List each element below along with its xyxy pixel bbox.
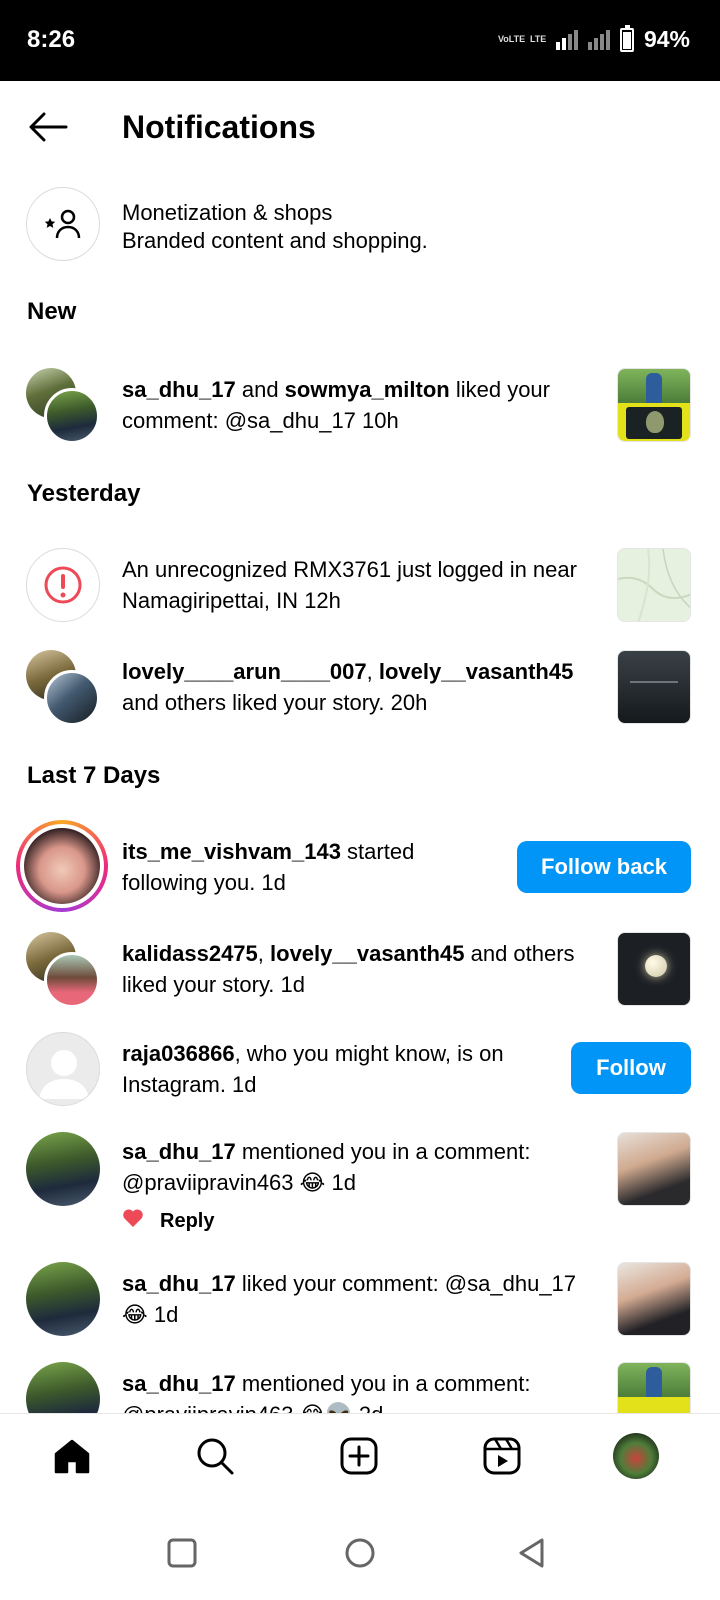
post-thumbnail[interactable]: [617, 368, 691, 442]
page-title: Notifications: [122, 109, 316, 145]
message-text: An unrecognized RMX3761 just logged in n…: [122, 557, 577, 613]
notification-row[interactable]: sa_dhu_17 liked your comment: @sa_dhu_17…: [0, 1262, 720, 1338]
battery-percent: 94%: [643, 26, 690, 52]
heart-icon[interactable]: [122, 1208, 144, 1234]
back-triangle-icon[interactable]: [510, 1531, 554, 1575]
avatar: [44, 670, 100, 726]
notification-text: sa_dhu_17 and sowmya_milton liked your c…: [122, 374, 592, 436]
post-thumbnail[interactable]: [617, 1262, 691, 1336]
avatar: [24, 828, 100, 904]
security-alert-icon: [26, 548, 100, 622]
notification-text: sa_dhu_17 liked your comment: @sa_dhu_17…: [122, 1268, 592, 1330]
timestamp: 1d: [274, 972, 306, 997]
monetization-title: Monetization & shops: [122, 200, 333, 225]
notification-row[interactable]: sa_dhu_17 and sowmya_milton liked your c…: [0, 368, 720, 444]
timestamp: 1d: [225, 1072, 257, 1097]
timestamp: 12h: [298, 588, 341, 613]
section-new: New: [27, 298, 77, 325]
stacked-avatars: [26, 368, 102, 444]
notification-text: lovely____arun____007, lovely__vasanth45…: [122, 656, 602, 718]
notification-row[interactable]: kalidass2475, lovely__vasanth45 and othe…: [0, 932, 720, 1008]
status-time: 8:26: [27, 26, 76, 53]
notification-text: An unrecognized RMX3761 just logged in n…: [122, 554, 592, 616]
notification-row[interactable]: sa_dhu_17 mentioned you in a comment: @p…: [0, 1132, 720, 1242]
home-circle-icon[interactable]: [338, 1531, 382, 1575]
message-text: and others liked your story.: [122, 690, 385, 715]
avatar: [44, 388, 100, 444]
username[interactable]: sowmya_milton: [285, 377, 450, 402]
battery-icon: [619, 24, 634, 52]
timestamp: 1d: [325, 1170, 356, 1195]
recents-square-icon[interactable]: [160, 1531, 204, 1575]
username[interactable]: raja036866: [122, 1041, 235, 1066]
username[interactable]: lovely__vasanth45: [270, 941, 464, 966]
connector-text: ,: [366, 659, 379, 684]
connector-text: and: [235, 377, 285, 402]
story-thumbnail[interactable]: [617, 650, 691, 724]
username[interactable]: sa_dhu_17: [122, 1271, 236, 1296]
bottom-nav: [0, 1413, 720, 1505]
section-last-7-days: Last 7 Days: [27, 762, 161, 789]
stacked-avatars: [26, 932, 102, 1008]
username[interactable]: sa_dhu_17: [122, 1139, 236, 1164]
username[interactable]: its_me_vishvam_143: [122, 839, 341, 864]
username[interactable]: sa_dhu_17: [122, 377, 236, 402]
notification-row[interactable]: sa_dhu_17 mentioned you in a comment: @p…: [0, 1362, 720, 1413]
create-icon[interactable]: [335, 1432, 383, 1480]
monetization-text: Monetization & shops Branded content and…: [122, 199, 428, 255]
timestamp: 1d: [147, 1302, 179, 1327]
story-thumbnail[interactable]: [617, 932, 691, 1006]
reels-icon[interactable]: [478, 1432, 526, 1480]
signal-icon: [555, 29, 578, 50]
notification-text: raja036866, who you might know, is on In…: [122, 1038, 542, 1100]
timestamp: 20h: [384, 690, 428, 715]
stacked-avatars: [26, 650, 102, 726]
lte-indicator: LTE: [529, 34, 547, 44]
avatar: [26, 1132, 100, 1206]
notification-row[interactable]: lovely____arun____007, lovely__vasanth45…: [0, 650, 720, 726]
post-thumbnail[interactable]: [617, 1132, 691, 1206]
notification-text: kalidass2475, lovely__vasanth45 and othe…: [122, 938, 592, 1000]
notification-text: sa_dhu_17 mentioned you in a comment: @p…: [122, 1136, 592, 1198]
username[interactable]: kalidass2475: [122, 941, 258, 966]
connector-text: ,: [257, 941, 271, 966]
monetization-row[interactable]: Monetization & shops Branded content and…: [0, 187, 720, 265]
follow-button[interactable]: Follow: [571, 1042, 691, 1094]
status-bar: 8:26 VoLTE LTE 94%: [0, 0, 720, 81]
username[interactable]: sa_dhu_17: [122, 1371, 236, 1396]
timestamp: 2d: [353, 1402, 383, 1413]
notification-row[interactable]: raja036866, who you might know, is on In…: [0, 1032, 720, 1108]
system-nav-bar: [0, 1505, 720, 1600]
post-thumbnail[interactable]: [617, 1362, 691, 1413]
map-thumbnail[interactable]: [617, 548, 691, 622]
section-yesterday: Yesterday: [27, 480, 141, 507]
story-ring[interactable]: [16, 820, 108, 912]
signal-2-icon: [587, 29, 610, 50]
avatar: [26, 1362, 100, 1413]
header: Notifications: [0, 81, 720, 177]
notification-row[interactable]: An unrecognized RMX3761 just logged in n…: [0, 548, 720, 624]
follow-back-button[interactable]: Follow back: [517, 841, 691, 893]
notification-text: its_me_vishvam_143 started following you…: [122, 836, 492, 898]
notification-row[interactable]: its_me_vishvam_143 started following you…: [0, 820, 720, 912]
profile-avatar[interactable]: [612, 1432, 660, 1480]
timestamp: 1d: [255, 870, 286, 895]
search-icon[interactable]: [191, 1432, 239, 1480]
default-avatar: [26, 1032, 100, 1106]
volte-indicator: VoLTE: [497, 34, 526, 44]
monetization-icon: [26, 187, 100, 261]
timestamp: 10h: [355, 408, 399, 433]
avatar: [26, 1262, 100, 1336]
home-icon[interactable]: [48, 1432, 96, 1480]
username[interactable]: lovely__vasanth45: [379, 659, 573, 684]
reply-actions: Reply: [122, 1208, 214, 1234]
username[interactable]: lovely____arun____007: [122, 659, 367, 684]
back-arrow-icon[interactable]: [26, 105, 70, 149]
notification-text: sa_dhu_17 mentioned you in a comment: @p…: [122, 1368, 592, 1413]
avatar: [44, 952, 100, 1008]
monetization-subtitle: Branded content and shopping.: [122, 228, 428, 253]
reply-button[interactable]: Reply: [160, 1210, 214, 1233]
status-icons: VoLTE LTE 94%: [497, 24, 690, 53]
